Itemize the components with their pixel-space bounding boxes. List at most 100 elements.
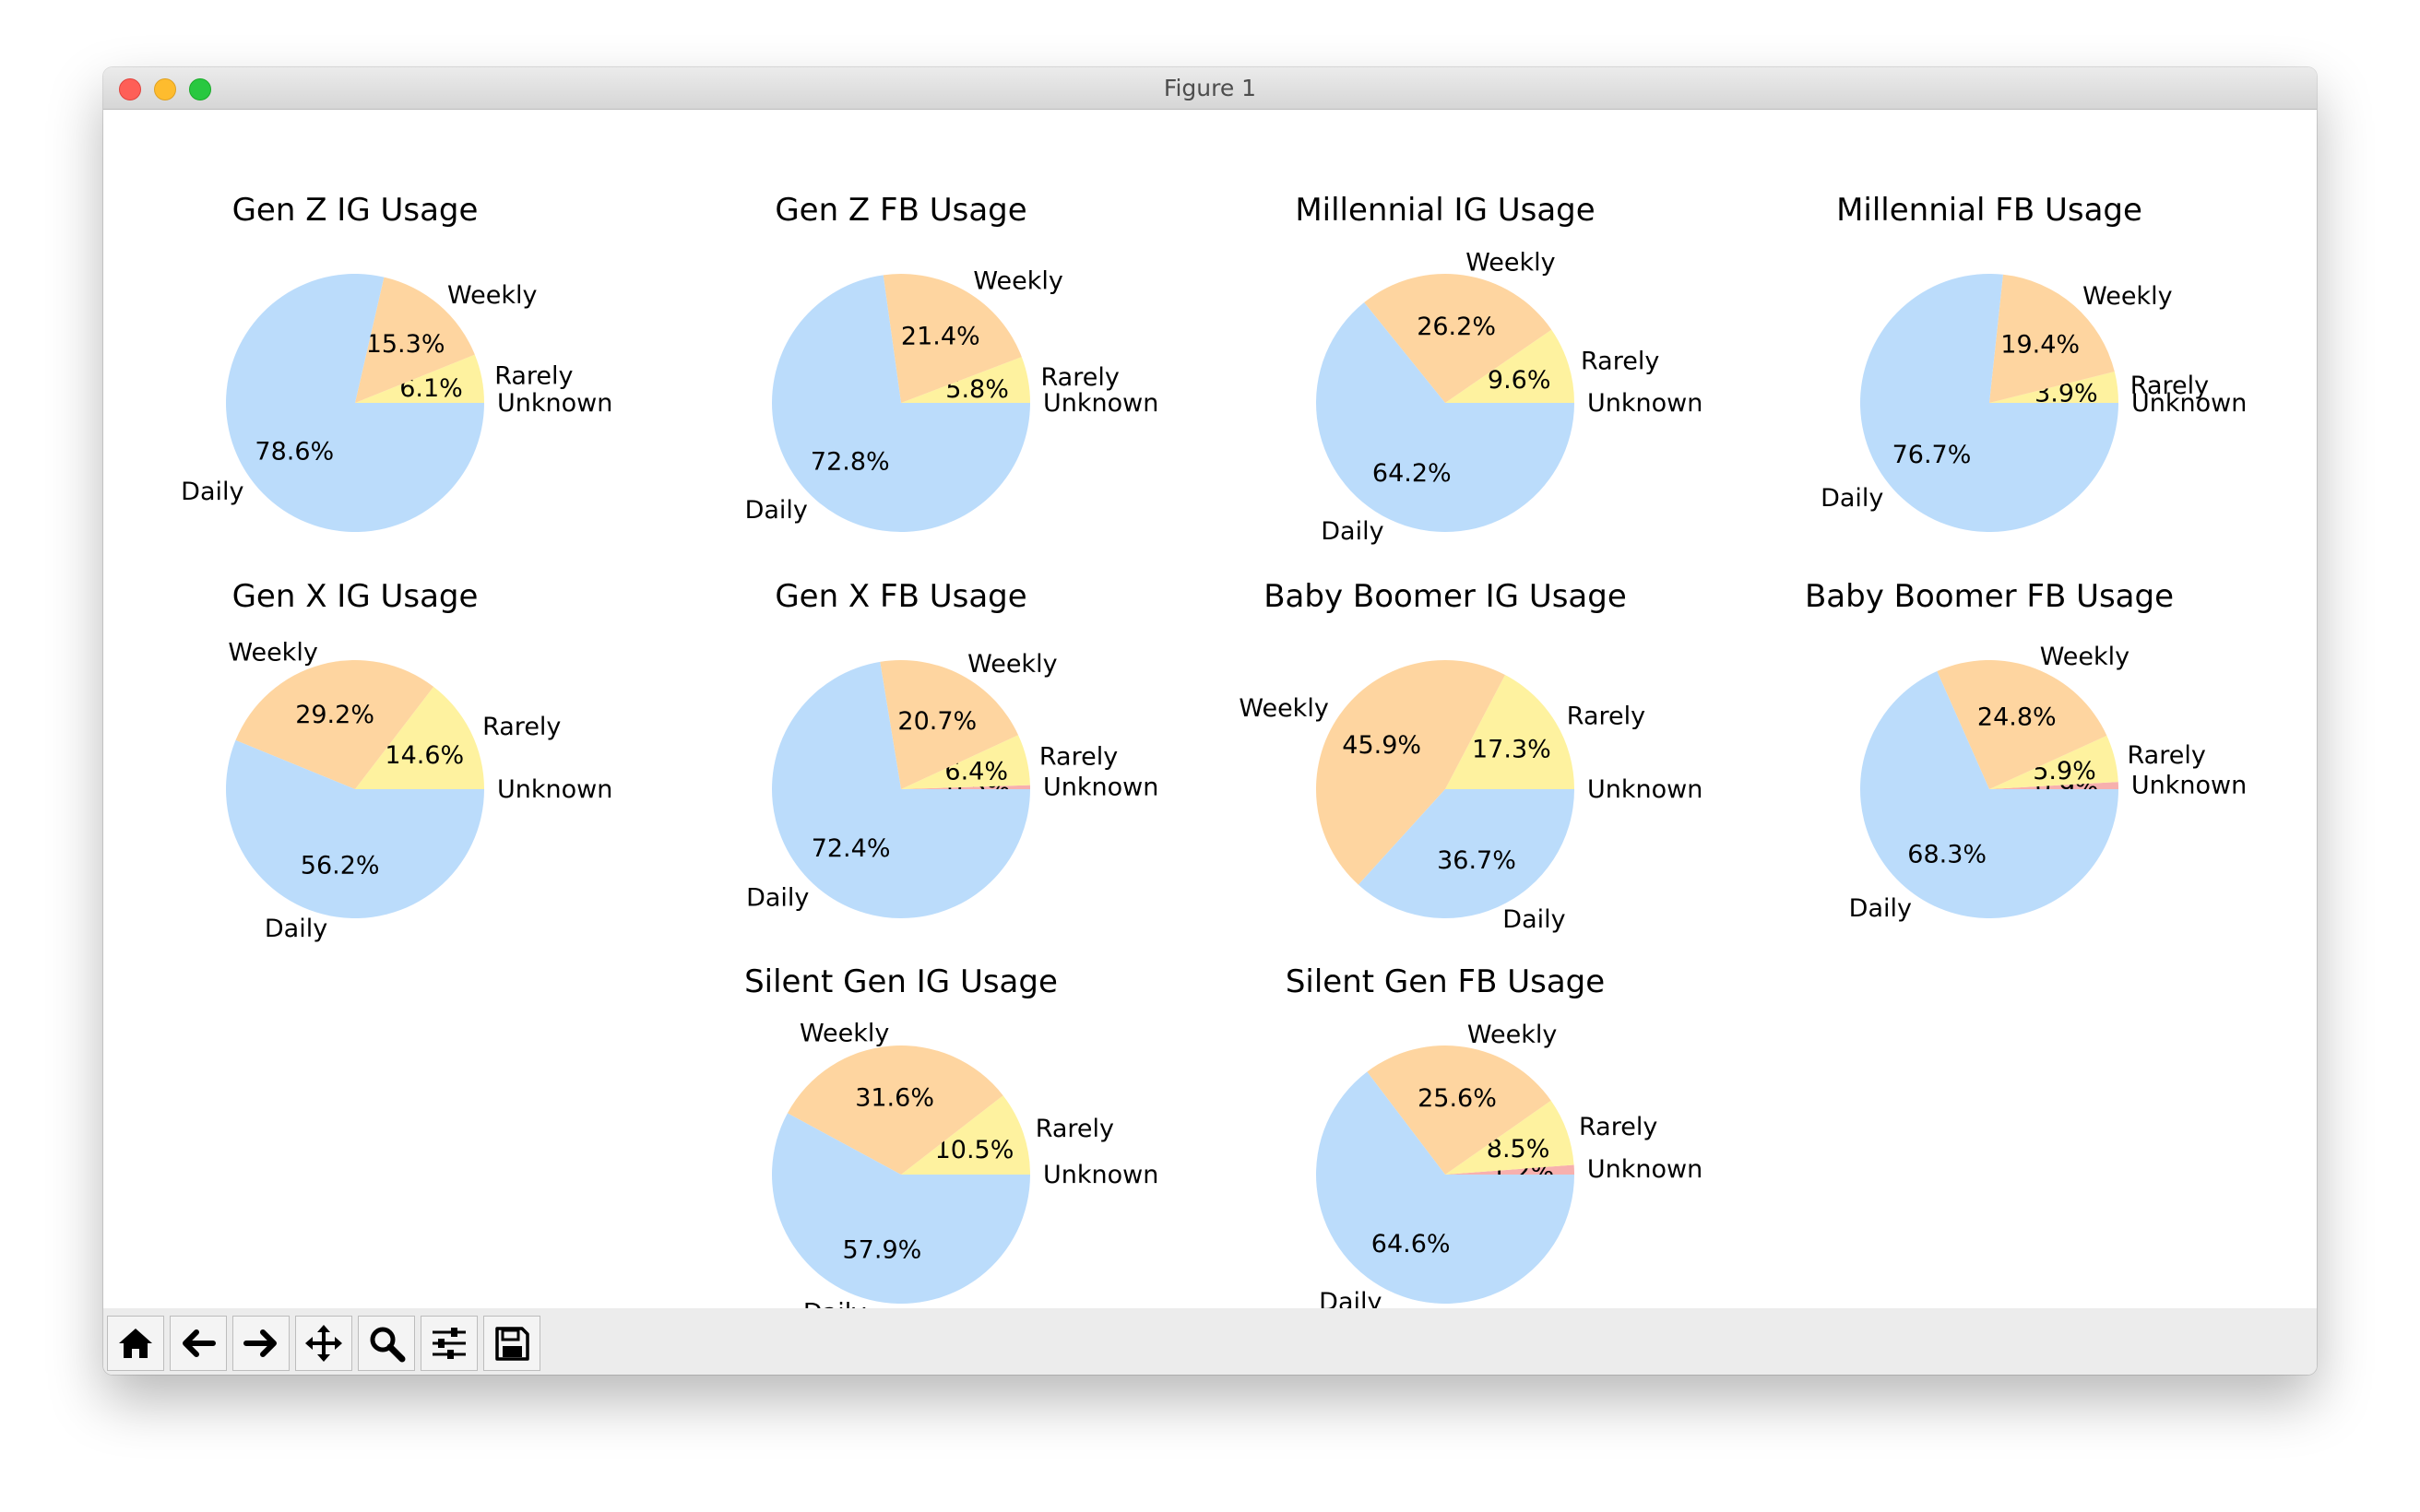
slice-percent-label: 20.7% [897, 707, 977, 736]
slice-category-label: Weekly [447, 281, 537, 310]
slice-percent-label: 78.6% [255, 437, 334, 466]
navigation-toolbar [103, 1308, 2317, 1375]
slice-category-label: Daily [1319, 1288, 1382, 1308]
pan-button[interactable] [295, 1316, 352, 1371]
pie-chart-silent-gen-ig-usage: Silent Gen IG Usage0.0%Unknown10.5%Rarel… [744, 963, 1158, 1327]
slice-category-label: Unknown [497, 775, 612, 804]
slice-category-label: Daily [1821, 484, 1883, 513]
chart-title: Gen X IG Usage [232, 578, 479, 615]
slice-percent-label: 72.4% [812, 834, 891, 863]
slice-category-label: Rarely [1579, 1113, 1657, 1141]
slice-category-label: Weekly [1465, 249, 1555, 278]
slice-percent-label: 57.9% [843, 1235, 922, 1264]
slice-category-label: Unknown [1587, 389, 1702, 418]
slice-percent-label: 9.6% [1488, 366, 1551, 395]
pie-chart-baby-boomer-ig-usage: Baby Boomer IG Usage0.0%Unknown17.3%Rare… [1239, 578, 1702, 934]
slice-percent-label: 24.8% [1977, 703, 2057, 732]
slice-category-label: Weekly [1239, 694, 1328, 723]
slice-percent-label: 10.5% [935, 1136, 1014, 1164]
forward-arrow-icon [243, 1329, 277, 1357]
pie-chart-millennial-fb-usage: Millennial FB Usage0.0%Unknown3.9%Rarely… [1821, 192, 2247, 533]
slice-percent-label: 45.9% [1342, 731, 1421, 760]
forward-button[interactable] [232, 1316, 290, 1371]
slice-percent-label: 72.8% [811, 447, 890, 476]
slice-category-label: Unknown [1587, 775, 1702, 804]
slice-category-label: Rarely [1581, 347, 1659, 375]
slice-category-label: Daily [1502, 905, 1565, 934]
configure-subplots-button[interactable] [421, 1316, 478, 1371]
pie-chart-gen-z-fb-usage: Gen Z FB Usage0.0%Unknown5.8%Rarely21.4%… [745, 192, 1158, 533]
slice-category-label: Unknown [1587, 1155, 1702, 1184]
slice-percent-label: 36.7% [1437, 846, 1516, 875]
title-bar[interactable]: Figure 1 [103, 67, 2317, 110]
slice-category-label: Daily [803, 1298, 866, 1308]
slice-category-label: Unknown [1043, 1161, 1158, 1189]
slice-category-label: Unknown [1043, 774, 1158, 802]
slice-percent-label: 56.2% [301, 851, 380, 880]
slice-category-label: Unknown [1043, 389, 1158, 418]
slice-percent-label: 64.6% [1371, 1230, 1451, 1258]
slice-percent-label: 31.6% [855, 1083, 934, 1112]
pan-move-icon [305, 1325, 342, 1362]
slice-category-label: Rarely [2130, 372, 2209, 400]
slice-category-label: Daily [181, 478, 243, 506]
pie-charts-figure: Gen Z IG Usage0.0%Unknown6.1%Rarely15.3%… [181, 192, 2247, 1327]
chart-title: Baby Boomer FB Usage [1805, 578, 2174, 615]
save-disk-icon [495, 1327, 529, 1361]
slice-category-label: Daily [265, 915, 327, 943]
save-button[interactable] [483, 1316, 540, 1371]
chart-title: Gen Z IG Usage [232, 192, 479, 229]
home-button[interactable] [107, 1316, 164, 1371]
slice-category-label: Daily [745, 496, 808, 525]
figure-window: Figure 1 Gen Z IG Usage0.0%Unknown6.1%Ra… [103, 67, 2317, 1375]
back-arrow-icon [183, 1329, 216, 1357]
home-icon [119, 1329, 152, 1358]
slice-category-label: Daily [746, 883, 809, 912]
pie-chart-silent-gen-fb-usage: Silent Gen FB Usage1.2% Unknown8.5%Rarely… [1286, 963, 1702, 1317]
slice-category-label: Unknown [2131, 772, 2247, 800]
slice-category-label: Daily [1849, 894, 1912, 923]
slice-category-label: Weekly [1467, 1021, 1557, 1049]
slice-percent-label: 64.2% [1372, 459, 1452, 488]
chart-title: Gen Z FB Usage [775, 192, 1026, 229]
slice-percent-label: 25.6% [1418, 1084, 1497, 1113]
slice-percent-label: 17.3% [1472, 736, 1551, 764]
pie-chart-gen-x-ig-usage: Gen X IG Usage0.0%Unknown14.6%Rarely29.2… [226, 578, 612, 943]
zoom-magnifier-icon [370, 1327, 406, 1363]
slice-category-label: Rarely [482, 713, 561, 741]
pie-chart-baby-boomer-fb-usage: Baby Boomer FB Usage0.9% Unknown5.9%Rarel… [1805, 578, 2247, 923]
configure-subplots-icon [433, 1328, 466, 1359]
slice-percent-label: 76.7% [1892, 441, 1972, 469]
slice-category-label: Weekly [2082, 282, 2172, 311]
chart-title: Millennial FB Usage [1836, 192, 2142, 229]
slice-percent-label: 14.6% [385, 741, 464, 770]
back-button[interactable] [170, 1316, 227, 1371]
pie-chart-gen-x-fb-usage: Gen X FB Usage0.5% Unknown6.4%Rarely20.7%… [746, 578, 1158, 918]
slice-category-label: Unknown [497, 389, 612, 418]
window-title: Figure 1 [1163, 75, 1257, 101]
chart-title: Silent Gen IG Usage [744, 963, 1058, 1000]
chart-title: Baby Boomer IG Usage [1263, 578, 1627, 615]
chart-title: Gen X FB Usage [775, 578, 1026, 615]
slice-category-label: Rarely [1039, 743, 1118, 772]
slice-category-label: Rarely [2128, 741, 2206, 770]
slice-category-label: Weekly [2040, 643, 2129, 671]
slice-category-label: Weekly [228, 638, 317, 667]
pie-chart-millennial-ig-usage: Millennial IG Usage0.0%Unknown9.6%Rarely… [1295, 192, 1702, 546]
slice-category-label: Rarely [1567, 702, 1645, 730]
zoom-button[interactable] [358, 1316, 415, 1371]
slice-category-label: Daily [1321, 517, 1383, 546]
slice-category-label: Rarely [1041, 363, 1120, 392]
slice-category-label: Rarely [494, 362, 573, 391]
slice-percent-label: 15.3% [366, 330, 445, 359]
pie-chart-gen-z-ig-usage: Gen Z IG Usage0.0%Unknown6.1%Rarely15.3%… [181, 192, 612, 533]
slice-percent-label: 29.2% [295, 701, 374, 729]
slice-percent-label: 21.4% [901, 323, 980, 351]
slice-percent-label: 68.3% [1907, 840, 1987, 868]
slice-percent-label: 26.2% [1417, 313, 1496, 341]
slice-category-label: Weekly [967, 650, 1057, 679]
figure-canvas[interactable]: Gen Z IG Usage0.0%Unknown6.1%Rarely15.3%… [103, 110, 2317, 1327]
chart-title: Silent Gen FB Usage [1286, 963, 1605, 1000]
slice-category-label: Rarely [1036, 1115, 1114, 1143]
slice-percent-label: 19.4% [2000, 331, 2080, 360]
